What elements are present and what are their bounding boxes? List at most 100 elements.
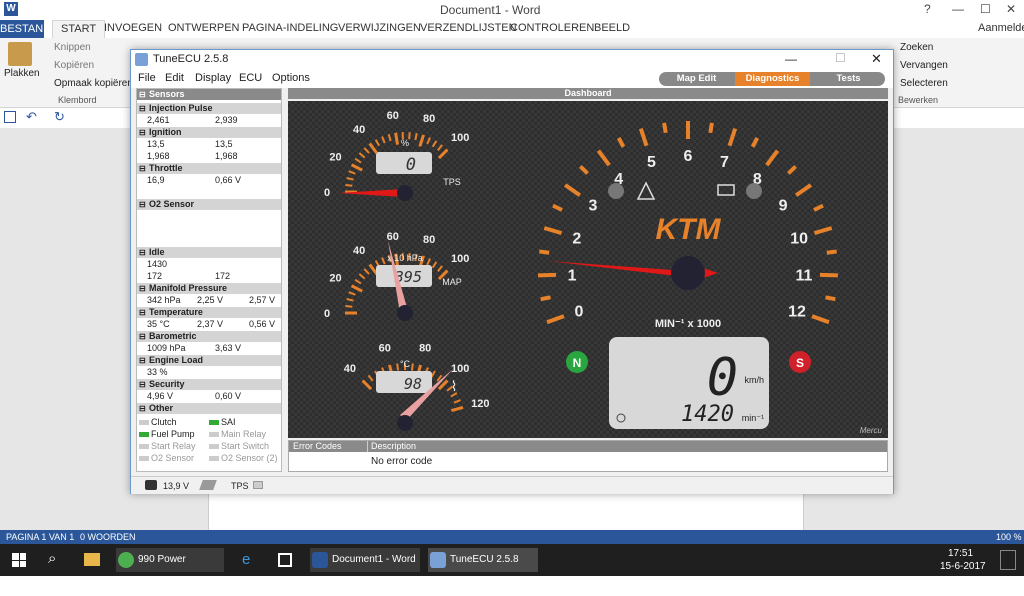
tab-controleren[interactable]: CONTROLEREN bbox=[510, 22, 594, 34]
zoom-level[interactable]: 100 % bbox=[996, 532, 1022, 542]
maximize-icon[interactable]: ☐ bbox=[835, 51, 846, 65]
tab-beeld[interactable]: BEELD bbox=[594, 22, 630, 34]
signin-link[interactable]: Aanmelden bbox=[978, 22, 1024, 34]
battery-voltage: 13,9 V bbox=[163, 481, 189, 491]
dashboard-header: Dashboard bbox=[288, 88, 888, 99]
group-other[interactable]: Other bbox=[137, 403, 281, 414]
status-main-relay: Main Relay bbox=[209, 429, 279, 441]
rpm-value: 1420 bbox=[681, 402, 734, 427]
temp-gauge-tick-label: 80 bbox=[419, 343, 431, 355]
group-manifold-pressure[interactable]: Manifold Pressure bbox=[137, 283, 281, 294]
select-button[interactable]: Selecteren bbox=[900, 78, 948, 89]
status-sai: SAI bbox=[209, 417, 279, 429]
group-idle[interactable]: Idle bbox=[137, 247, 281, 258]
tab-tests[interactable]: Tests bbox=[811, 72, 885, 86]
temp-unit: °C bbox=[400, 359, 411, 369]
rpm-tick-label: 2 bbox=[572, 231, 581, 248]
store-icon[interactable] bbox=[278, 553, 292, 567]
close-icon[interactable]: ✕ bbox=[1006, 2, 1016, 16]
save-icon[interactable] bbox=[4, 111, 16, 123]
speed-unit: km/h bbox=[744, 375, 764, 385]
clock-date[interactable]: 15-6-2017 bbox=[940, 561, 986, 572]
tuneecu-titlebar: TuneECU 2.5.8 — ☐ ✕ bbox=[131, 50, 893, 70]
col-description[interactable]: Description bbox=[367, 441, 416, 452]
coolant-icon: ⌇ bbox=[451, 378, 458, 394]
page-count: PAGINA 1 VAN 1 bbox=[6, 532, 74, 542]
tab-pagina-indeling[interactable]: PAGINA-INDELING bbox=[242, 22, 338, 34]
sensor-value: 0,60 V bbox=[215, 391, 241, 402]
status-o2-sensor: O2 Sensor bbox=[139, 453, 209, 465]
group-temperature[interactable]: Temperature bbox=[137, 307, 281, 318]
close-icon[interactable]: ✕ bbox=[871, 51, 882, 67]
col-error-codes[interactable]: Error Codes bbox=[293, 441, 342, 452]
taskbar-item-powershell[interactable]: 990 Power Comma… bbox=[116, 548, 224, 572]
tab-diagnostics[interactable]: Diagnostics bbox=[735, 72, 810, 86]
maximize-icon[interactable]: ☐ bbox=[980, 2, 991, 16]
sensor-value: 1,968 bbox=[147, 151, 170, 162]
tps-gauge-tick bbox=[345, 185, 352, 186]
group-injection-pulse[interactable]: Injection Pulse bbox=[137, 103, 281, 114]
redo-icon[interactable]: ↻ bbox=[54, 109, 65, 125]
file-explorer-icon[interactable] bbox=[84, 553, 100, 566]
rpm-tick-label: 9 bbox=[779, 197, 788, 214]
tab-invoegen[interactable]: INVOEGEN bbox=[104, 22, 162, 34]
tab-start[interactable]: START bbox=[52, 20, 105, 38]
taskbar-item-tuneecu[interactable]: TuneECU 2.5.8 bbox=[428, 548, 538, 572]
clock-time[interactable]: 17:51 bbox=[948, 548, 973, 559]
search-icon[interactable]: ⌕ bbox=[48, 550, 56, 567]
edge-icon[interactable]: e bbox=[242, 551, 250, 568]
find-button[interactable]: Zoeken bbox=[900, 42, 933, 53]
rpm-tick-label: 0 bbox=[575, 304, 584, 321]
notifications-icon[interactable] bbox=[1000, 550, 1016, 570]
tps-led-icon bbox=[253, 481, 263, 489]
sensor-value: 0,56 V bbox=[249, 319, 275, 330]
tab-map-edit[interactable]: Map Edit bbox=[659, 72, 734, 86]
paste-icon[interactable] bbox=[8, 42, 32, 66]
rpm-tick-label: 1 bbox=[568, 267, 577, 284]
group-barometric[interactable]: Barometric bbox=[137, 331, 281, 342]
temp-gauge-tick-label: 60 bbox=[379, 343, 391, 355]
menu-ecu[interactable]: ECU bbox=[239, 72, 262, 84]
minimize-icon[interactable]: — bbox=[952, 2, 964, 16]
rpm-tick-label: 10 bbox=[790, 231, 808, 248]
group-ignition[interactable]: Ignition bbox=[137, 127, 281, 138]
neutral-label: N bbox=[573, 356, 582, 370]
group-security[interactable]: Security bbox=[137, 379, 281, 390]
taskbar-item-word[interactable]: Document1 - Word bbox=[310, 548, 420, 572]
undo-icon[interactable]: ↶ bbox=[26, 109, 37, 125]
group-throttle[interactable]: Throttle bbox=[137, 163, 281, 174]
menu-display[interactable]: Display bbox=[195, 72, 231, 84]
copy-button[interactable]: Kopiëren bbox=[54, 60, 94, 71]
windows-start-icon[interactable] bbox=[12, 553, 26, 567]
cut-button[interactable]: Knippen bbox=[54, 42, 91, 53]
temp-gauge-tick-label: 40 bbox=[344, 363, 356, 375]
menu-file[interactable]: File bbox=[138, 72, 156, 84]
help-button[interactable]: ? bbox=[924, 2, 931, 16]
editing-group-label: Bewerken bbox=[898, 95, 938, 105]
tab-ontwerpen[interactable]: ONTWERPEN bbox=[168, 22, 240, 34]
sensor-value: 0,66 V bbox=[215, 175, 241, 186]
status-start-switch: Start Switch bbox=[209, 441, 279, 453]
group-engine-load[interactable]: Engine Load bbox=[137, 355, 281, 366]
tps-hub bbox=[397, 185, 413, 201]
map-gauge-tick-label: 0 bbox=[324, 308, 330, 320]
minimize-icon[interactable]: — bbox=[785, 52, 797, 66]
speed-value: 0 bbox=[707, 348, 738, 408]
word-titlebar: W Document1 - Word ? — ☐ ✕ bbox=[0, 0, 1024, 20]
tab-verzendlijsten[interactable]: VERZENDLIJSTEN bbox=[420, 22, 517, 34]
menu-edit[interactable]: Edit bbox=[165, 72, 184, 84]
sensors-header[interactable]: Sensors bbox=[137, 89, 281, 100]
replace-button[interactable]: Vervangen bbox=[900, 60, 948, 71]
tps-gauge-tick-label: 0 bbox=[324, 187, 330, 199]
error-panel: Error Codes Description No error code bbox=[288, 440, 888, 472]
group-o2-sensor[interactable]: O2 Sensor bbox=[137, 199, 281, 210]
sensor-value: 35 °C bbox=[147, 319, 170, 330]
service-label: S bbox=[796, 356, 804, 370]
paste-button[interactable]: Plakken bbox=[4, 68, 40, 79]
status-fuel-pump: Fuel Pump bbox=[139, 429, 209, 441]
map-label: MAP bbox=[442, 277, 462, 287]
sensor-value: 1430 bbox=[147, 259, 167, 270]
tab-verwijzingen[interactable]: VERWIJZINGEN bbox=[338, 22, 421, 34]
tab-bestand[interactable]: BESTAND bbox=[0, 20, 44, 38]
menu-options[interactable]: Options bbox=[272, 72, 310, 84]
